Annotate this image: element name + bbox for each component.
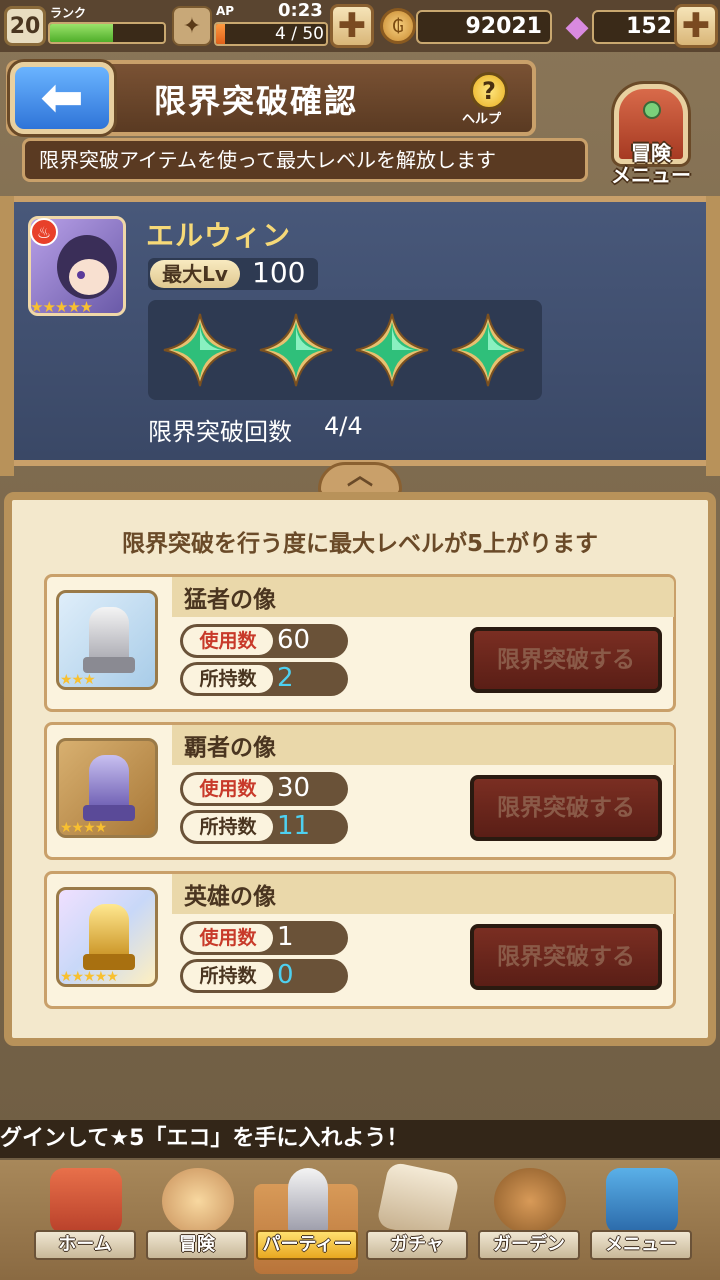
coin-count: 92021 xyxy=(416,10,552,44)
character-rarity-stars: ★★★★★ xyxy=(30,298,93,316)
ap-label: AP xyxy=(216,4,235,18)
statue-base xyxy=(83,657,135,673)
rank-label: ランク xyxy=(50,6,87,20)
adventure-icon xyxy=(162,1168,234,1234)
nav-gacha[interactable]: ガチャ xyxy=(362,1161,472,1270)
portrait-face xyxy=(69,259,109,295)
nav-garden-label: ガーデン xyxy=(478,1230,580,1260)
home-icon xyxy=(50,1168,122,1234)
collapse-chevron-icon[interactable]: ︿ xyxy=(318,462,402,496)
limit-break-count-label: 限界突破回数 xyxy=(148,418,292,446)
limit-break-star-icon xyxy=(162,312,238,388)
limit-break-button[interactable]: 限界突破する xyxy=(470,775,662,841)
owned-count-value: 2 xyxy=(277,663,294,693)
character-name: エルウィン xyxy=(146,219,292,252)
page-subtitle: 限界突破アイテムを使って最大レベルを解放します xyxy=(22,138,588,182)
limit-break-button[interactable]: 限界突破する xyxy=(470,924,662,990)
nav-menu[interactable]: メニュー xyxy=(586,1164,696,1270)
back-arrow-icon: ⬅ xyxy=(40,68,84,128)
ap-scroll-icon: ✦ xyxy=(172,6,212,46)
use-count-label: 使用数 xyxy=(183,924,273,952)
nav-home-label: ホーム xyxy=(34,1230,136,1260)
rank-level-badge: 20 xyxy=(4,6,46,46)
items-heading: 限界突破を行う度に最大レベルが5上がります xyxy=(121,531,598,557)
menu-book-icon xyxy=(606,1168,678,1234)
owned-count-label: 所持数 xyxy=(183,665,273,693)
coin-icon: ₲ xyxy=(380,8,416,44)
page-title: 限界突破確認 xyxy=(154,82,359,120)
item-name: 覇者の像 xyxy=(184,735,276,761)
party-icon xyxy=(288,1168,328,1234)
nav-menu-label: メニュー xyxy=(590,1230,692,1260)
gem-count: 152 xyxy=(592,10,682,44)
use-count-value: 30 xyxy=(277,773,311,803)
adventure-menu-label: 冒険 メニュー xyxy=(596,142,706,186)
statue-figure xyxy=(89,904,129,960)
portrait-eye xyxy=(77,271,85,279)
statue-figure xyxy=(89,607,129,663)
limit-break-star-icon xyxy=(354,312,430,388)
item-rarity-stars: ★★★★★ xyxy=(60,969,119,985)
ap-timer: 0:23 xyxy=(278,0,323,21)
garden-icon xyxy=(494,1168,566,1234)
gacha-icon xyxy=(375,1161,461,1241)
statue-figure xyxy=(89,755,129,811)
nav-party[interactable]: パーティー xyxy=(252,1164,362,1270)
max-level-value: 100 xyxy=(252,256,306,289)
rank-progress-fill xyxy=(50,24,113,42)
rank-progress-bar xyxy=(48,22,166,44)
limit-break-count: 4/4 xyxy=(324,412,363,440)
limit-break-button[interactable]: 限界突破する xyxy=(470,627,662,693)
fire-element-icon: ♨ xyxy=(30,218,58,246)
panel-frame-right xyxy=(706,196,720,476)
use-count-label: 使用数 xyxy=(183,775,273,803)
menu-label-line1: 冒険 xyxy=(631,141,671,165)
add-gems-button[interactable]: ✚ xyxy=(674,4,718,48)
use-count-value: 60 xyxy=(277,625,311,655)
statue-base xyxy=(83,954,135,970)
ap-value: 4 / 50 xyxy=(275,24,324,44)
add-ap-button[interactable]: ✚ xyxy=(330,4,374,48)
ticker-text: グインして★5「エコ」を手に入れよう！ xyxy=(0,1126,409,1151)
owned-count-label: 所持数 xyxy=(183,962,273,990)
nav-adventure[interactable]: 冒険 xyxy=(142,1164,252,1270)
nav-gacha-label: ガチャ xyxy=(366,1230,468,1260)
use-count-label: 使用数 xyxy=(183,627,273,655)
max-level-label: 最大Lv xyxy=(150,260,240,288)
panel-frame-left xyxy=(0,196,14,476)
nav-home[interactable]: ホーム xyxy=(30,1164,140,1270)
item-name: 英雄の像 xyxy=(184,884,276,910)
item-rarity-stars: ★★★★ xyxy=(60,820,107,836)
news-ticker[interactable]: グインして★5「エコ」を手に入れよう！ xyxy=(0,1120,720,1158)
use-count-value: 1 xyxy=(277,922,294,952)
adventure-menu-button[interactable]: 冒険 メニュー xyxy=(596,84,706,188)
owned-count-value: 0 xyxy=(277,960,294,990)
item-rarity-stars: ★★★ xyxy=(60,672,96,688)
nav-garden[interactable]: ガーデン xyxy=(474,1164,584,1270)
nav-party-label: パーティー xyxy=(256,1230,358,1260)
statue-base xyxy=(83,805,135,821)
help-icon[interactable]: ? xyxy=(470,72,508,110)
back-button[interactable]: ⬅ xyxy=(10,62,114,134)
door-window xyxy=(643,101,661,119)
nav-adventure-label: 冒険 xyxy=(146,1230,248,1260)
limit-break-star-icon xyxy=(450,312,526,388)
owned-count-value: 11 xyxy=(277,811,311,841)
owned-count-label: 所持数 xyxy=(183,813,273,841)
item-name: 猛者の像 xyxy=(184,587,276,613)
menu-label-line2: メニュー xyxy=(611,163,691,187)
help-label[interactable]: ヘルプ xyxy=(462,108,501,127)
limit-break-star-icon xyxy=(258,312,334,388)
